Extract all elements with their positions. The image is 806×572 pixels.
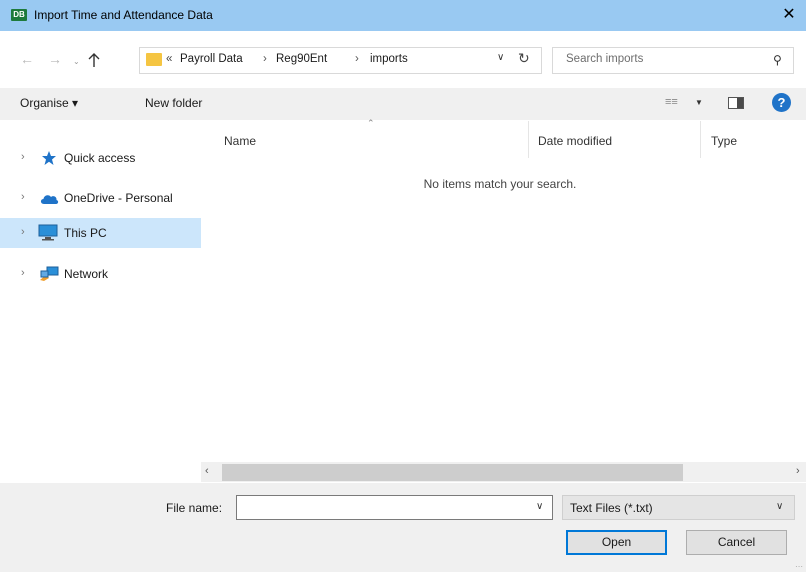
- open-button[interactable]: Open: [566, 530, 667, 555]
- view-dropdown-button[interactable]: ▼: [695, 98, 703, 107]
- file-name-label: File name:: [166, 501, 223, 515]
- chevron-right-icon[interactable]: ›: [21, 151, 25, 163]
- chevron-right-icon[interactable]: ›: [21, 191, 25, 203]
- refresh-button[interactable]: ↻: [518, 50, 530, 67]
- scroll-left-button[interactable]: ‹: [205, 465, 209, 477]
- column-header-name[interactable]: Name: [224, 134, 256, 148]
- window-title: Import Time and Attendance Data: [34, 8, 213, 22]
- sort-ascending-icon: ⌃: [367, 118, 375, 128]
- folder-icon: [146, 53, 162, 66]
- column-divider[interactable]: [700, 121, 701, 158]
- nav-item-label: Quick access: [64, 151, 136, 165]
- file-type-value[interactable]: Text Files (*.txt): [570, 501, 653, 515]
- nav-item-quick-access[interactable]: › Quick access: [0, 148, 201, 168]
- search-icon[interactable]: ⚲: [773, 53, 782, 67]
- breadcrumb-separator[interactable]: ›: [263, 53, 267, 65]
- address-dropdown-button[interactable]: ∨: [497, 52, 504, 63]
- nav-item-label: OneDrive - Personal: [64, 191, 173, 205]
- chevron-right-icon[interactable]: ›: [21, 267, 25, 279]
- forward-button[interactable]: →: [48, 52, 62, 66]
- star-icon: [42, 151, 56, 165]
- search-input[interactable]: [566, 53, 756, 65]
- breadcrumb-imports[interactable]: imports: [370, 53, 408, 65]
- nav-item-this-pc[interactable]: › This PC: [0, 218, 201, 248]
- navigation-pane: [0, 121, 201, 458]
- chevron-right-icon[interactable]: ›: [21, 226, 25, 238]
- breadcrumb-reg90ent[interactable]: Reg90Ent: [276, 53, 327, 65]
- help-icon[interactable]: ?: [772, 93, 791, 112]
- scrollbar-thumb[interactable]: [222, 464, 683, 481]
- nav-item-label: Network: [64, 267, 109, 281]
- nav-item-onedrive[interactable]: › OneDrive - Personal: [0, 188, 201, 208]
- column-divider[interactable]: [528, 121, 529, 158]
- file-name-input[interactable]: [240, 500, 520, 514]
- command-bar: [0, 88, 806, 120]
- nav-item-label: This PC: [64, 226, 107, 240]
- nav-item-network[interactable]: › Network: [0, 264, 201, 284]
- up-button[interactable]: [85, 51, 103, 69]
- file-type-dropdown-button[interactable]: ∨: [776, 501, 783, 512]
- close-button[interactable]: ✕: [772, 0, 806, 31]
- back-button[interactable]: ←: [20, 52, 34, 66]
- breadcrumb-separator[interactable]: ›: [355, 53, 359, 65]
- breadcrumb-payroll-data[interactable]: Payroll Data: [180, 53, 243, 65]
- new-folder-button[interactable]: New folder: [145, 96, 202, 110]
- view-options-icon[interactable]: ≡≡: [665, 96, 678, 108]
- cloud-icon: [40, 195, 59, 204]
- scroll-right-button[interactable]: ›: [796, 465, 800, 477]
- app-icon: DB: [11, 9, 27, 21]
- up-arrow-icon: [88, 53, 100, 67]
- network-icon: [40, 266, 59, 281]
- monitor-icon: [38, 224, 58, 241]
- file-name-dropdown-button[interactable]: ∨: [536, 501, 543, 512]
- column-header-date-modified[interactable]: Date modified: [538, 134, 612, 148]
- column-header-type[interactable]: Type: [711, 134, 737, 148]
- organise-button[interactable]: Organise ▾: [20, 96, 78, 110]
- cancel-button[interactable]: Cancel: [686, 530, 787, 555]
- breadcrumb-overflow[interactable]: «: [166, 53, 172, 65]
- resize-grip-icon[interactable]: ⋯: [795, 562, 803, 571]
- recent-locations-button[interactable]: ⌄: [73, 57, 80, 66]
- empty-results-message: No items match your search.: [423, 177, 577, 191]
- preview-pane-icon[interactable]: [728, 97, 744, 109]
